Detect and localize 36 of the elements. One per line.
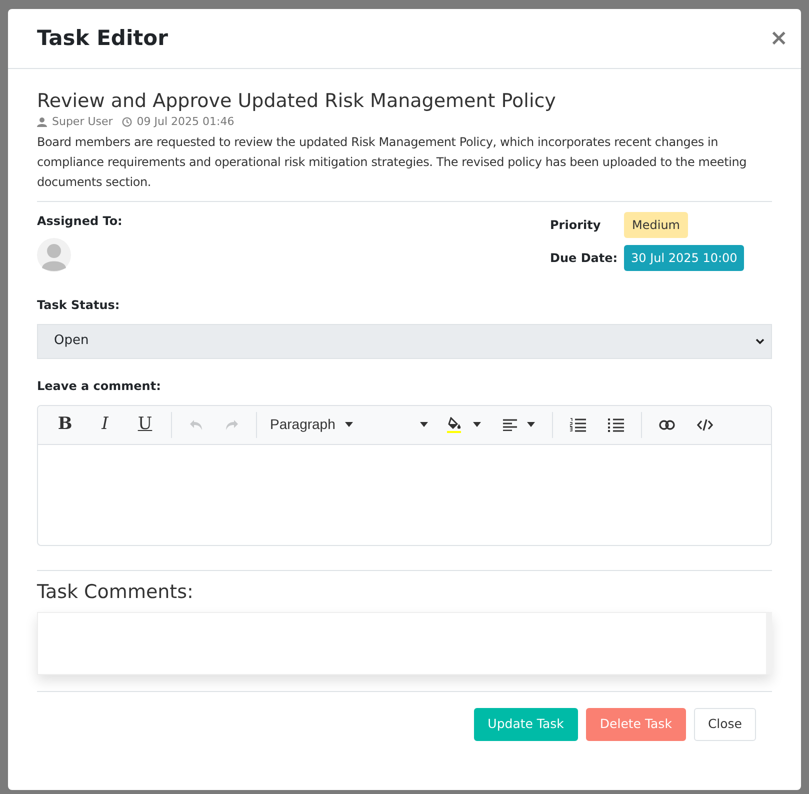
author-name: Super User	[52, 114, 113, 130]
paint-bucket-icon	[448, 416, 461, 429]
chevron-down-icon	[755, 336, 765, 346]
field-label: Task Status:	[37, 296, 121, 314]
field-label: Leave a comment:	[37, 378, 162, 394]
priority-badge: Medium	[624, 212, 688, 238]
caret-icon	[527, 422, 536, 427]
section-heading: Task Comments:	[37, 580, 194, 604]
caret-icon	[473, 422, 482, 427]
close-button[interactable]: ×	[770, 28, 788, 50]
field-label: Assigned To:	[37, 212, 122, 230]
ordered-list-icon	[570, 418, 586, 432]
user-icon	[37, 117, 47, 128]
action-button[interactable]: Close	[694, 708, 756, 741]
underline-button[interactable]: U	[125, 410, 165, 440]
task-title: Review and Approve Updated Risk Management Policy	[37, 89, 557, 113]
link-icon	[659, 420, 676, 430]
redo-icon	[225, 418, 239, 430]
italic-button[interactable]: I	[85, 410, 125, 440]
due-date-badge: 30 Jul 2025 10:00	[624, 244, 744, 271]
avatar	[37, 238, 71, 272]
task-description: Board members are requested to review the updated Risk Management Policy, which incorporates recent changes in compliance requirements and operational risk mitigation strategies. The revised policy has been uploaded to the meeting documents section.	[37, 132, 772, 202]
undo-icon	[189, 418, 203, 430]
paragraph-dropdown[interactable]: Paragraph	[263, 410, 364, 440]
field-label: Due Date:	[550, 250, 619, 267]
caret-icon	[420, 422, 428, 427]
clock-icon	[122, 117, 132, 128]
code-icon	[697, 418, 714, 430]
status-dropdown[interactable]: Open	[37, 324, 772, 358]
align-left-icon	[503, 418, 518, 430]
bullet-list-icon	[608, 418, 624, 432]
caret-icon	[345, 422, 354, 427]
created-date: 09 Jul 2025 01:46	[136, 114, 234, 130]
dialog-title: Task Editor	[37, 24, 168, 52]
field-label: Priority	[550, 217, 602, 234]
bold-button[interactable]: B	[45, 410, 85, 440]
